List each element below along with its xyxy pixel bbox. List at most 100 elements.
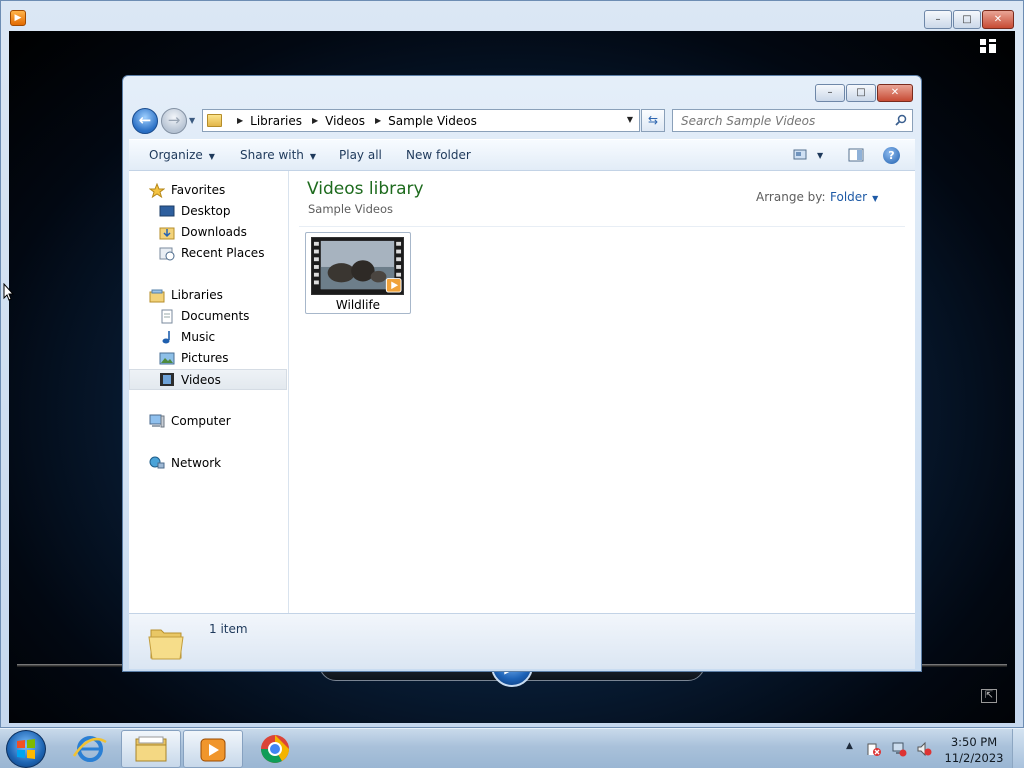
taskbar-chrome[interactable] bbox=[245, 730, 305, 768]
nav-label-network: Network bbox=[171, 456, 222, 470]
breadcrumb-separator-icon[interactable]: ▶ bbox=[375, 116, 381, 125]
star-icon bbox=[149, 183, 165, 198]
nav-label-music: Music bbox=[181, 330, 216, 344]
view-options-chevron-icon[interactable]: ▼ bbox=[817, 140, 823, 171]
recent-pages-chevron-icon[interactable]: ▼ bbox=[189, 116, 199, 126]
back-button[interactable]: ← bbox=[132, 108, 158, 134]
breadcrumb-videos[interactable]: Videos bbox=[325, 114, 365, 128]
desktop-icon bbox=[159, 205, 175, 217]
file-name: Wildlife bbox=[335, 298, 381, 312]
nav-label-computer: Computer bbox=[171, 414, 231, 428]
search-input[interactable] bbox=[673, 110, 888, 131]
library-title: Videos library bbox=[307, 179, 424, 199]
explorer-window: – □ ✕ ← → ▼ ▶ Libraries ▶ Videos ▶ Sampl… bbox=[122, 75, 922, 672]
share-with-label: Share with bbox=[240, 148, 304, 162]
media-player-icon bbox=[200, 738, 226, 762]
show-desktop-button[interactable] bbox=[1012, 729, 1024, 768]
folder-icon bbox=[148, 629, 184, 660]
folder-icon bbox=[207, 114, 222, 127]
media-player-titlebar[interactable]: ▶ – □ ✕ bbox=[1, 1, 1023, 31]
breadcrumb-libraries[interactable]: Libraries bbox=[250, 114, 302, 128]
nav-item-videos[interactable]: Videos bbox=[129, 369, 287, 390]
recent-places-icon bbox=[159, 247, 175, 261]
file-item-wildlife[interactable]: Wildlife bbox=[305, 232, 411, 314]
music-icon bbox=[162, 331, 170, 344]
nav-item-pictures[interactable]: Pictures bbox=[129, 348, 287, 369]
preview-pane-icon[interactable] bbox=[848, 148, 864, 162]
taskbar-windows-explorer[interactable] bbox=[121, 730, 181, 768]
search-box[interactable] bbox=[672, 109, 913, 132]
taskbar-internet-explorer[interactable] bbox=[60, 730, 120, 768]
command-bar: Organize ▼ Share with ▼ Play all New folde… bbox=[129, 139, 915, 171]
address-dropdown-icon[interactable]: ▼ bbox=[624, 113, 636, 127]
volume-muted-icon[interactable] bbox=[916, 741, 932, 757]
taskbar-media-player[interactable] bbox=[183, 730, 243, 768]
nav-label-favorites: Favorites bbox=[171, 183, 226, 197]
refresh-button[interactable]: ⇆ bbox=[641, 109, 665, 132]
explorer-maximize-button[interactable]: □ bbox=[846, 84, 876, 102]
nav-label-videos: Videos bbox=[181, 373, 221, 387]
nav-label-pictures: Pictures bbox=[181, 351, 229, 365]
nav-item-desktop[interactable]: Desktop bbox=[129, 201, 287, 222]
share-with-menu[interactable]: Share with ▼ bbox=[240, 140, 316, 171]
downloads-folder-icon bbox=[159, 227, 175, 240]
play-all-button[interactable]: Play all bbox=[339, 140, 382, 171]
windows-explorer-icon bbox=[135, 736, 167, 762]
start-button[interactable] bbox=[6, 730, 46, 768]
arrange-by-value: Folder bbox=[830, 190, 868, 204]
minimize-button[interactable]: – bbox=[924, 10, 952, 29]
nav-item-computer[interactable]: Computer bbox=[129, 411, 287, 432]
maximize-button[interactable]: □ bbox=[953, 10, 981, 29]
chrome-icon bbox=[261, 735, 289, 763]
mouse-cursor-icon bbox=[3, 283, 15, 301]
nav-item-documents[interactable]: Documents bbox=[129, 306, 287, 327]
chevron-down-icon: ▼ bbox=[872, 194, 879, 203]
window-caption-buttons: – □ ✕ bbox=[923, 10, 1014, 29]
address-bar[interactable]: ▶ Libraries ▶ Videos ▶ Sample Videos ▼ bbox=[202, 109, 640, 132]
internet-explorer-icon bbox=[72, 736, 107, 762]
nav-label-libraries: Libraries bbox=[171, 288, 223, 302]
nav-item-downloads[interactable]: Downloads bbox=[129, 222, 287, 243]
file-list-area[interactable]: Videos library Sample Videos Arrange by:… bbox=[289, 171, 915, 613]
navigation-pane: Favorites Desktop Downloads Recent Place… bbox=[129, 171, 289, 613]
breadcrumb-sample-videos[interactable]: Sample Videos bbox=[388, 114, 477, 128]
pictures-icon bbox=[159, 352, 175, 365]
close-button[interactable]: ✕ bbox=[982, 10, 1014, 29]
windows-logo-icon bbox=[17, 739, 35, 759]
nav-item-recent-places[interactable]: Recent Places bbox=[129, 243, 287, 264]
forward-button[interactable]: → bbox=[161, 108, 187, 134]
action-center-icon[interactable] bbox=[866, 741, 882, 757]
nav-label-documents: Documents bbox=[181, 309, 250, 323]
chevron-down-icon: ▼ bbox=[309, 152, 317, 161]
change-view-icon[interactable] bbox=[793, 148, 809, 162]
switch-to-library-icon[interactable] bbox=[979, 38, 997, 54]
explorer-minimize-button[interactable]: – bbox=[815, 84, 845, 102]
clock-time: 3:50 PM bbox=[950, 735, 998, 749]
nav-label-desktop: Desktop bbox=[181, 204, 231, 218]
breadcrumb-separator-icon[interactable]: ▶ bbox=[237, 116, 243, 125]
breadcrumb-separator-icon[interactable]: ▶ bbox=[312, 116, 318, 125]
network-status-icon[interactable] bbox=[891, 741, 907, 757]
details-pane: 1 item bbox=[129, 613, 915, 669]
nav-label-recent-places: Recent Places bbox=[181, 246, 265, 260]
fullscreen-icon[interactable]: ⇱ bbox=[981, 689, 997, 703]
organize-menu[interactable]: Organize ▼ bbox=[149, 140, 215, 171]
library-subtitle: Sample Videos bbox=[308, 202, 393, 216]
breadcrumb: ▶ Libraries ▶ Videos ▶ Sample Videos bbox=[227, 110, 477, 131]
arrange-by-label: Arrange by: bbox=[756, 190, 826, 204]
video-thumbnail-icon bbox=[311, 237, 404, 295]
nav-item-music[interactable]: Music bbox=[129, 327, 287, 348]
explorer-close-button[interactable]: ✕ bbox=[877, 84, 913, 102]
nav-label-downloads: Downloads bbox=[181, 225, 247, 239]
help-icon[interactable]: ? bbox=[883, 147, 900, 164]
clock[interactable]: 3:50 PM 11/2/2023 bbox=[940, 734, 1008, 766]
nav-item-libraries[interactable]: Libraries bbox=[129, 285, 287, 306]
search-icon[interactable] bbox=[895, 114, 907, 126]
documents-icon bbox=[161, 309, 173, 324]
show-hidden-icons-icon[interactable]: ▲ bbox=[846, 741, 853, 751]
nav-item-network[interactable]: Network bbox=[129, 453, 287, 474]
new-folder-button[interactable]: New folder bbox=[406, 140, 471, 171]
arrange-by-dropdown[interactable]: Folder ▼ bbox=[830, 190, 878, 204]
nav-item-favorites[interactable]: Favorites bbox=[129, 180, 287, 201]
media-player-icon: ▶ bbox=[10, 10, 26, 26]
